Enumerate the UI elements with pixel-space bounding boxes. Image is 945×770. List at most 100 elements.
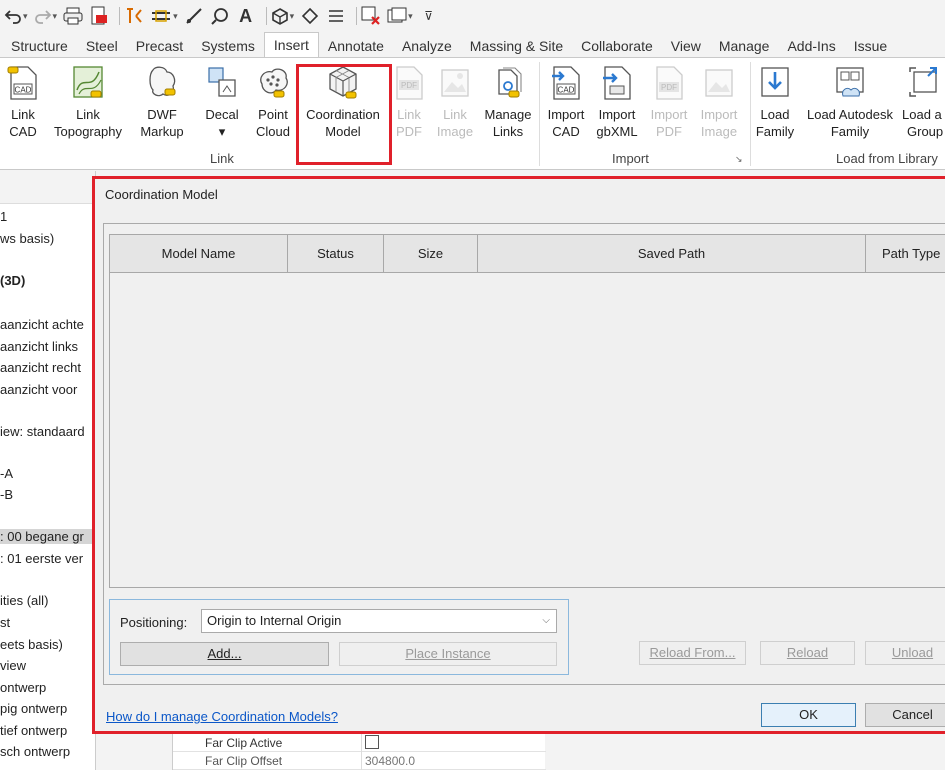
import-cad-label-2: CAD (552, 124, 580, 139)
point-cloud-label-2: Cloud (256, 124, 290, 139)
column-saved-path[interactable]: Saved Path (478, 235, 866, 272)
decal-button[interactable]: Decal ▾ (200, 64, 244, 140)
column-size[interactable]: Size (384, 235, 478, 272)
tag-icon[interactable] (210, 3, 230, 29)
far-clip-active-checkbox[interactable] (365, 735, 379, 749)
tab-annotate[interactable]: Annotate (319, 34, 393, 58)
link-image-label: Link (443, 107, 467, 122)
group-separator (750, 62, 751, 166)
browser-item[interactable]: 1 (0, 209, 7, 224)
browser-item[interactable]: : 00 begane gr (0, 529, 95, 544)
tab-manage[interactable]: Manage (710, 34, 779, 58)
link-image-button[interactable]: Link Image (433, 64, 477, 140)
place-instance-label: Place Instance (405, 646, 491, 661)
load-group-button[interactable]: Load a Group (902, 64, 945, 140)
link-pdf-button[interactable]: PDF Link PDF (392, 64, 426, 140)
browser-item[interactable]: -B (0, 487, 13, 502)
point-cloud-button[interactable]: Point Cloud (251, 64, 295, 140)
load-autodesk-family-button[interactable]: Load Autodesk Family (800, 64, 900, 140)
load-family-icon (761, 67, 789, 97)
tab-view[interactable]: View (662, 34, 710, 58)
import-image-button[interactable]: Import Image (695, 64, 743, 140)
browser-item[interactable]: st (0, 615, 10, 630)
browser-item[interactable]: iew: standaard (0, 424, 85, 439)
browser-item[interactable]: ontwerp (0, 680, 46, 695)
tab-collaborate[interactable]: Collaborate (572, 34, 662, 58)
load-group-icon (909, 67, 937, 97)
customize-toolbar-icon[interactable]: ⊽ (419, 3, 439, 29)
browser-item[interactable]: eets basis) (0, 637, 63, 652)
import-gbxml-button[interactable]: Import gbXML (593, 64, 641, 140)
models-table: Model Name Status Size Saved Path Path T… (109, 234, 945, 588)
switch-windows-icon[interactable]: ▾ (387, 3, 413, 29)
column-path-type[interactable]: Path Type (866, 235, 945, 272)
place-instance-button[interactable]: Place Instance (339, 642, 557, 666)
browser-item[interactable]: aanzicht links (0, 339, 78, 354)
ribbon-tab-bar: Structure Steel Precast Systems Insert Annota… (0, 32, 945, 58)
tab-massing-site[interactable]: Massing & Site (461, 34, 572, 58)
link-pdf-label: Link (397, 107, 421, 122)
text-icon[interactable]: A (236, 3, 256, 29)
point-cloud-icon (260, 68, 288, 98)
close-hidden-windows-icon[interactable] (361, 3, 381, 29)
reload-button[interactable]: Reload (760, 641, 855, 665)
reload-from-button[interactable]: Reload From... (639, 641, 746, 665)
print-icon[interactable] (63, 3, 83, 29)
browser-item[interactable]: view (0, 658, 26, 673)
measure-icon[interactable] (184, 3, 204, 29)
thin-lines-icon[interactable] (326, 3, 346, 29)
column-model-name[interactable]: Model Name (110, 235, 288, 272)
tab-structure[interactable]: Structure (2, 34, 77, 58)
link-cad-button[interactable]: CAD Link CAD (3, 64, 43, 140)
import-pdf-button[interactable]: PDF Import PDF (646, 64, 692, 140)
browser-item[interactable]: tief ontwerp (0, 723, 67, 738)
browser-item[interactable]: : 01 eerste ver (0, 551, 83, 566)
import-dialog-launcher-icon[interactable]: ↘ (735, 154, 743, 165)
link-topography-button[interactable]: Link Topography (48, 64, 128, 140)
align-icon[interactable]: ▾ (150, 3, 178, 29)
redo-icon[interactable]: ▾ (34, 3, 57, 29)
dwf-markup-icon (149, 66, 176, 97)
unload-button[interactable]: Unload (865, 641, 945, 665)
tab-precast[interactable]: Precast (127, 34, 192, 58)
browser-item[interactable]: ities (all) (0, 593, 48, 608)
manage-links-button[interactable]: Manage Links (480, 64, 536, 140)
add-button[interactable]: Add... (120, 642, 329, 666)
browser-item[interactable]: aanzicht achte (0, 317, 84, 332)
far-clip-offset-value[interactable]: 304800.0 (365, 754, 415, 768)
browser-item[interactable]: pig ontwerp (0, 701, 67, 716)
export-pdf-icon[interactable] (89, 3, 109, 29)
load-group-label: Load a (902, 107, 942, 122)
cancel-button[interactable]: Cancel (865, 703, 945, 727)
table-header: Model Name Status Size Saved Path Path T… (110, 235, 945, 273)
browser-item[interactable]: -A (0, 466, 13, 481)
property-row-far-clip-active: Far Clip Active (173, 734, 546, 752)
load-family-button[interactable]: Load Family (753, 64, 797, 140)
section-icon[interactable] (300, 3, 320, 29)
tab-insert[interactable]: Insert (263, 32, 319, 58)
browser-item[interactable]: sch ontwerp (0, 744, 70, 759)
browser-item[interactable]: aanzicht recht (0, 360, 81, 375)
modify-icon[interactable] (124, 3, 144, 29)
import-group-label: Import (612, 151, 649, 166)
undo-icon[interactable]: ▾ (4, 3, 28, 29)
browser-item[interactable]: (3D) (0, 273, 25, 288)
tab-issue[interactable]: Issue (845, 34, 896, 58)
tab-analyze[interactable]: Analyze (393, 34, 461, 58)
tab-steel[interactable]: Steel (77, 34, 127, 58)
project-browser: 1 ws basis) (3D) aanzicht achte aanzicht lin… (0, 171, 96, 770)
ok-button[interactable]: OK (761, 703, 856, 727)
tab-systems[interactable]: Systems (192, 34, 264, 58)
import-gbxml-label: Import (598, 107, 636, 122)
manage-links-label-2: Links (492, 124, 524, 139)
import-cad-button[interactable]: CAD Import CAD (543, 64, 589, 140)
tab-add-ins[interactable]: Add-Ins (778, 34, 844, 58)
decal-dropdown-arrow[interactable]: ▾ (200, 123, 244, 140)
help-link[interactable]: How do I manage Coordination Models? (106, 709, 338, 724)
browser-item[interactable]: aanzicht voor (0, 382, 77, 397)
dwf-markup-button[interactable]: DWF Markup (136, 64, 188, 140)
positioning-select[interactable]: Origin to Internal Origin ⌵ (201, 609, 557, 633)
default-3d-view-icon[interactable]: ▾ (271, 3, 294, 29)
column-status[interactable]: Status (288, 235, 384, 272)
browser-item[interactable]: ws basis) (0, 231, 54, 246)
